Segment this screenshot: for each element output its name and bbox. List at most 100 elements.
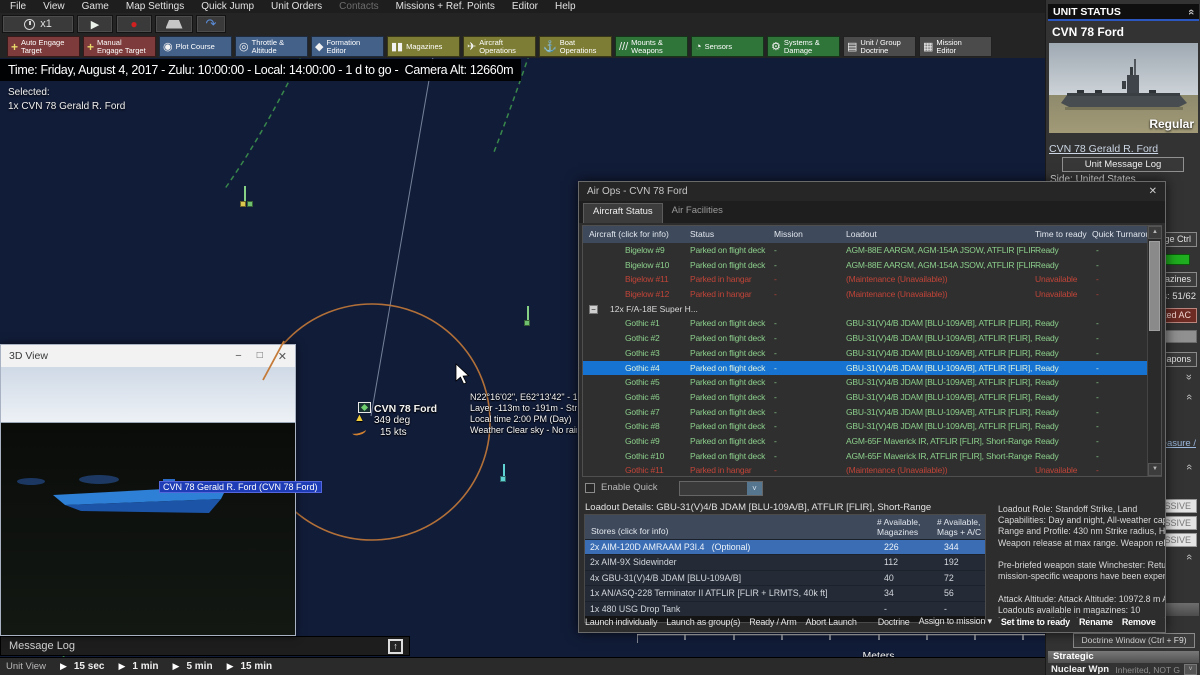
view3d-unit-label[interactable]: CVN 78 Gerald R. Ford (CVN 78 Ford)	[159, 481, 322, 493]
camera-view-button[interactable]	[155, 15, 193, 33]
dropdown-icon[interactable]: ˅	[747, 482, 762, 495]
unit-detail-link[interactable]: CVN 78 Gerald R. Ford	[1049, 143, 1158, 155]
collapse-icon[interactable]: «	[1185, 8, 1197, 14]
aircraft-row[interactable]: Gothic #7 Parked on flight deck - GBU-31(V)…	[583, 405, 1147, 420]
aircraft-row[interactable]: Bigelow #11 Parked in hangar - (Maintenance…	[583, 272, 1147, 287]
aircraft-row[interactable]: Bigelow #9 Parked on flight deck - AGM-88E …	[583, 243, 1147, 258]
aircraft-row[interactable]: Gothic #11 Parked in hangar - (Maintenance …	[583, 463, 1147, 476]
menu-view[interactable]: View	[43, 1, 65, 12]
nuclear-weapon-dropdown[interactable]: ˅	[1184, 664, 1197, 675]
scrollbar[interactable]: ▲ ▼	[1147, 226, 1162, 476]
aircraft-row[interactable]: Gothic #1 Parked on flight deck - GBU-31(V)…	[583, 316, 1147, 331]
aircraft-row[interactable]: Gothic #2 Parked on flight deck - GBU-31(V)…	[583, 331, 1147, 346]
chevron-up-icon[interactable]: «	[1183, 554, 1195, 560]
launch-individually-button[interactable]: Launch individually	[585, 617, 657, 627]
menu-help[interactable]: Help	[555, 1, 576, 12]
column-loadout[interactable]: Loadout	[846, 229, 877, 239]
scroll-down-icon[interactable]: ▼	[1148, 463, 1162, 476]
close-icon[interactable]: ✕	[278, 350, 287, 363]
chevron-up-icon[interactable]: «	[1183, 464, 1195, 470]
aircraft-group-row[interactable]: − 12x F/A-18E Super H...	[583, 302, 1147, 317]
launch-as-group-s-button[interactable]: Launch as group(s)	[666, 617, 740, 627]
assign-to-mission-button[interactable]: Assign to mission ▾	[919, 616, 992, 627]
aircraft-row[interactable]: Gothic #4 Parked on flight deck - GBU-31(V)…	[583, 360, 1147, 376]
tab-aircraft-status[interactable]: Aircraft Status	[583, 203, 663, 223]
toolbar-sensors[interactable]: ◔ Sensors	[691, 36, 764, 57]
scrollbar-thumb[interactable]	[1149, 241, 1160, 331]
view-mode-label[interactable]: Unit View	[6, 661, 46, 672]
scroll-up-icon[interactable]: ▲	[1148, 226, 1162, 239]
message-log-bar[interactable]: Message Log ↑	[0, 636, 410, 656]
toolbar-unit-group-doctrine[interactable]: ▤ Unit / Group Doctrine	[843, 36, 916, 57]
stores-row[interactable]: 2x AIM-9X Sidewinder 112 192	[585, 554, 985, 569]
play-button[interactable]: ▶	[77, 15, 113, 33]
set-time-to-ready-button[interactable]: Set time to ready	[1001, 617, 1070, 627]
view3d-titlebar[interactable]: 3D View − □ ✕	[1, 345, 295, 367]
stores-row[interactable]: 2x AIM-120D AMRAAM P3I.4 (Optional) 226 34…	[585, 539, 985, 555]
menu-unit-orders[interactable]: Unit Orders	[271, 1, 322, 12]
menu-missions-ref-points[interactable]: Missions + Ref. Points	[396, 1, 495, 12]
aircraft-row[interactable]: Gothic #9 Parked on flight deck - AGM-65F M…	[583, 434, 1147, 449]
stores-column-0[interactable]: Stores (click for info)	[591, 526, 668, 536]
time-step-15-sec[interactable]: ▶ 15 sec	[60, 661, 105, 672]
time-compression-button[interactable]: x1	[2, 15, 74, 33]
quick-jump-button[interactable]: ↷	[196, 15, 226, 33]
aircraft-row[interactable]: Gothic #5 Parked on flight deck - GBU-31(V)…	[583, 375, 1147, 390]
column-time-to-ready[interactable]: Time to ready	[1035, 229, 1087, 239]
group-collapse-icon[interactable]: −	[589, 304, 598, 314]
toolbar-mission-editor[interactable]: ▦ Mission Editor	[919, 36, 992, 57]
aircraft-row[interactable]: Gothic #3 Parked on flight deck - GBU-31(V)…	[583, 346, 1147, 361]
toolbar-boat-operations[interactable]: ⚓ Boat Operations	[539, 36, 612, 57]
menu-quick-jump[interactable]: Quick Jump	[201, 1, 254, 12]
quick-turnaround-dropdown[interactable]: ˅	[679, 481, 763, 496]
menu-file[interactable]: File	[10, 1, 26, 12]
stores-row[interactable]: 1x AN/ASQ-228 Terminator II ATFLIR [FLIR…	[585, 585, 985, 600]
dialog-titlebar[interactable]: Air Ops - CVN 78 Ford ✕	[579, 182, 1165, 201]
toolbar-auto-engage-target[interactable]: + Auto Engage Target	[7, 36, 80, 57]
toolbar-mounts-weapons[interactable]: ///Mounts & Weapons	[615, 36, 688, 57]
doctrine-button[interactable]: Doctrine	[878, 617, 910, 627]
unit-status-header[interactable]: UNIT STATUS «	[1048, 4, 1199, 21]
view3d-window[interactable]: 3D View − □ ✕ CVN 78 Gerald R. Ford (CVN…	[0, 344, 322, 636]
menu-editor[interactable]: Editor	[512, 1, 538, 12]
abort-launch-button[interactable]: Abort Launch	[806, 617, 857, 627]
time-step-1-min[interactable]: ▶ 1 min	[118, 661, 158, 672]
record-button[interactable]: ●	[116, 15, 152, 33]
toolbar-throttle-altitude[interactable]: ◎ Throttle & Altitude	[235, 36, 308, 57]
air-ops-dialog[interactable]: Air Ops - CVN 78 Ford ✕ Aircraft Status …	[578, 181, 1166, 633]
enable-quick-checkbox[interactable]	[585, 482, 595, 493]
minimize-icon[interactable]: −	[235, 350, 241, 363]
column-status[interactable]: Status	[690, 229, 714, 239]
aircraft-row[interactable]: Bigelow #12 Parked in hangar - (Maintenance…	[583, 287, 1147, 302]
aircraft-row[interactable]: Gothic #10 Parked on flight deck - AGM-65F …	[583, 449, 1147, 464]
map-contact-icon[interactable]	[237, 186, 255, 210]
column-aircraft-click-for-info[interactable]: Aircraft (click for info)	[589, 229, 669, 239]
column-mission[interactable]: Mission	[774, 229, 803, 239]
remove-button[interactable]: Remove	[1122, 617, 1156, 627]
time-step-5-min[interactable]: ▶ 5 min	[173, 661, 213, 672]
stores-row[interactable]: 1x 480 USG Drop Tank - -	[585, 600, 985, 616]
aircraft-row[interactable]: Bigelow #10 Parked on flight deck - AGM-88E…	[583, 258, 1147, 273]
ready-arm-button[interactable]: Ready / Arm	[749, 617, 797, 627]
message-log-expand-button[interactable]: ↑	[388, 639, 403, 654]
map-contact-icon[interactable]	[496, 464, 514, 488]
stores-column-1[interactable]: # Available, Magazines	[877, 517, 920, 537]
menu-map-settings[interactable]: Map Settings	[126, 1, 184, 12]
time-step-15-min[interactable]: ▶ 15 min	[227, 661, 273, 672]
stores-row[interactable]: 4x GBU-31(V)4/B JDAM [BLU-109A/B] 40 72	[585, 569, 985, 585]
toolbar-manual-engage-target[interactable]: + Manual Engage Target	[83, 36, 156, 57]
toolbar-systems-damage[interactable]: ⚙ Systems & Damage	[767, 36, 840, 57]
tab-air-facilities[interactable]: Air Facilities	[663, 203, 732, 223]
unit-message-log-button[interactable]: Unit Message Log	[1062, 157, 1184, 172]
aircraft-row[interactable]: Gothic #6 Parked on flight deck - GBU-31(V)…	[583, 390, 1147, 405]
map-contact-icon[interactable]	[520, 306, 538, 330]
stores-column-2[interactable]: # Available, Mags + A/C	[937, 517, 981, 537]
doctrine-window-button[interactable]: Doctrine Window (Ctrl + F9)	[1073, 633, 1195, 648]
aircraft-row[interactable]: Gothic #8 Parked on flight deck - GBU-31(V)…	[583, 419, 1147, 434]
chevron-down-icon[interactable]: «	[1183, 374, 1195, 380]
toolbar-formation-editor[interactable]: ◆ Formation Editor	[311, 36, 384, 57]
strategic-section-header[interactable]: Strategic	[1048, 651, 1199, 663]
toolbar-magazines[interactable]: ▮▮ Magazines	[387, 36, 460, 57]
close-icon[interactable]: ✕	[1149, 186, 1157, 197]
toolbar-aircraft-operations[interactable]: ✈ Aircraft Operations	[463, 36, 536, 57]
